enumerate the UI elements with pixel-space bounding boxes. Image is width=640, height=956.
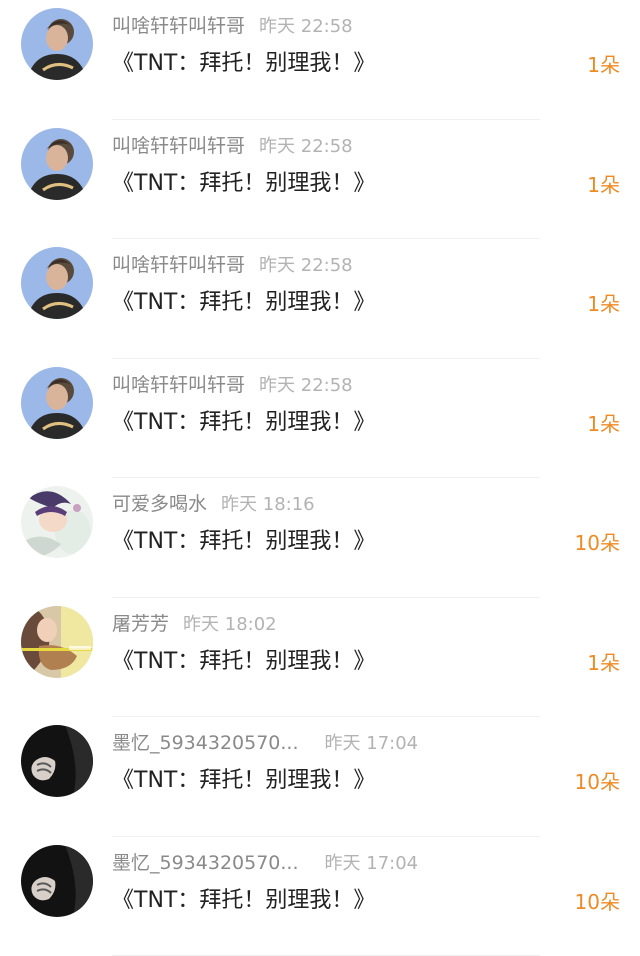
timestamp: 昨天 22:58 (259, 255, 353, 276)
flower-count: 1朵 (587, 289, 620, 319)
meta-line: 叫啥轩轩叫轩哥昨天 22:58 (112, 132, 353, 160)
user-name[interactable]: 叫啥轩轩叫轩哥 (112, 254, 245, 276)
timestamp: 昨天 17:04 (325, 733, 419, 754)
book-title[interactable]: 《TNT：拜托！别理我！》 (112, 168, 375, 200)
user-name[interactable]: 叫啥轩轩叫轩哥 (112, 135, 245, 157)
flower-count: 1朵 (587, 648, 620, 678)
list-item[interactable]: 叫啥轩轩叫轩哥昨天 22:58 《TNT：拜托！别理我！》 1朵 (0, 359, 640, 479)
boy-avatar[interactable] (21, 367, 93, 439)
list-item[interactable]: 叫啥轩轩叫轩哥昨天 22:58 《TNT：拜托！别理我！》 1朵 (0, 239, 640, 359)
timestamp: 昨天 22:58 (259, 375, 353, 396)
list-item[interactable]: 叫啥轩轩叫轩哥昨天 22:58 《TNT：拜托！别理我！》 1朵 (0, 120, 640, 240)
gift-list: 叫啥轩轩叫轩哥昨天 22:58 《TNT：拜托！别理我！》 1朵 叫啥轩轩叫轩哥… (0, 0, 640, 945)
book-title[interactable]: 《TNT：拜托！别理我！》 (112, 885, 375, 917)
list-item[interactable]: 墨忆_5934320570... 昨天 17:04 《TNT：拜托！别理我！》 1… (0, 717, 640, 837)
dark-hands-avatar[interactable] (21, 845, 93, 917)
book-title[interactable]: 《TNT：拜托！别理我！》 (112, 646, 375, 678)
user-name[interactable]: 墨忆_5934320570... (112, 852, 299, 874)
book-title[interactable]: 《TNT：拜托！别理我！》 (112, 287, 375, 319)
flower-count: 10朵 (575, 887, 620, 917)
book-title[interactable]: 《TNT：拜托！别理我！》 (112, 407, 375, 439)
boy-avatar[interactable] (21, 128, 93, 200)
timestamp: 昨天 22:58 (259, 136, 353, 157)
meta-line: 屠芳芳昨天 18:02 (112, 610, 277, 638)
book-title[interactable]: 《TNT：拜托！别理我！》 (112, 48, 375, 80)
flower-count: 1朵 (587, 409, 620, 439)
timestamp: 昨天 17:04 (325, 853, 419, 874)
user-name[interactable]: 屠芳芳 (112, 613, 169, 635)
list-item[interactable]: 叫啥轩轩叫轩哥昨天 22:58 《TNT：拜托！别理我！》 1朵 (0, 0, 640, 120)
anime-avatar[interactable] (21, 486, 93, 558)
meta-line: 可爱多喝水昨天 18:16 (112, 490, 315, 518)
flower-count: 10朵 (575, 528, 620, 558)
guitar-girl-avatar[interactable] (21, 606, 93, 678)
meta-line: 叫啥轩轩叫轩哥昨天 22:58 (112, 251, 353, 279)
user-name[interactable]: 可爱多喝水 (112, 493, 207, 515)
meta-line: 墨忆_5934320570... 昨天 17:04 (112, 729, 418, 757)
user-name[interactable]: 叫啥轩轩叫轩哥 (112, 15, 245, 37)
boy-avatar[interactable] (21, 247, 93, 319)
user-name[interactable]: 叫啥轩轩叫轩哥 (112, 374, 245, 396)
meta-line: 墨忆_5934320570... 昨天 17:04 (112, 849, 418, 877)
meta-line: 叫啥轩轩叫轩哥昨天 22:58 (112, 371, 353, 399)
list-item[interactable]: 墨忆_5934320570... 昨天 17:04 《TNT：拜托！别理我！》 1… (0, 837, 640, 956)
boy-avatar[interactable] (21, 8, 93, 80)
meta-line: 叫啥轩轩叫轩哥昨天 22:58 (112, 12, 353, 40)
timestamp: 昨天 18:02 (183, 614, 277, 635)
flower-count: 10朵 (575, 767, 620, 797)
timestamp: 昨天 22:58 (259, 16, 353, 37)
flower-count: 1朵 (587, 50, 620, 80)
book-title[interactable]: 《TNT：拜托！别理我！》 (112, 526, 375, 558)
timestamp: 昨天 18:16 (221, 494, 315, 515)
user-name[interactable]: 墨忆_5934320570... (112, 732, 299, 754)
dark-hands-avatar[interactable] (21, 725, 93, 797)
list-item[interactable]: 屠芳芳昨天 18:02 《TNT：拜托！别理我！》 1朵 (0, 598, 640, 718)
flower-count: 1朵 (587, 170, 620, 200)
list-item[interactable]: 可爱多喝水昨天 18:16 《TNT：拜托！别理我！》 10朵 (0, 478, 640, 598)
book-title[interactable]: 《TNT：拜托！别理我！》 (112, 765, 375, 797)
